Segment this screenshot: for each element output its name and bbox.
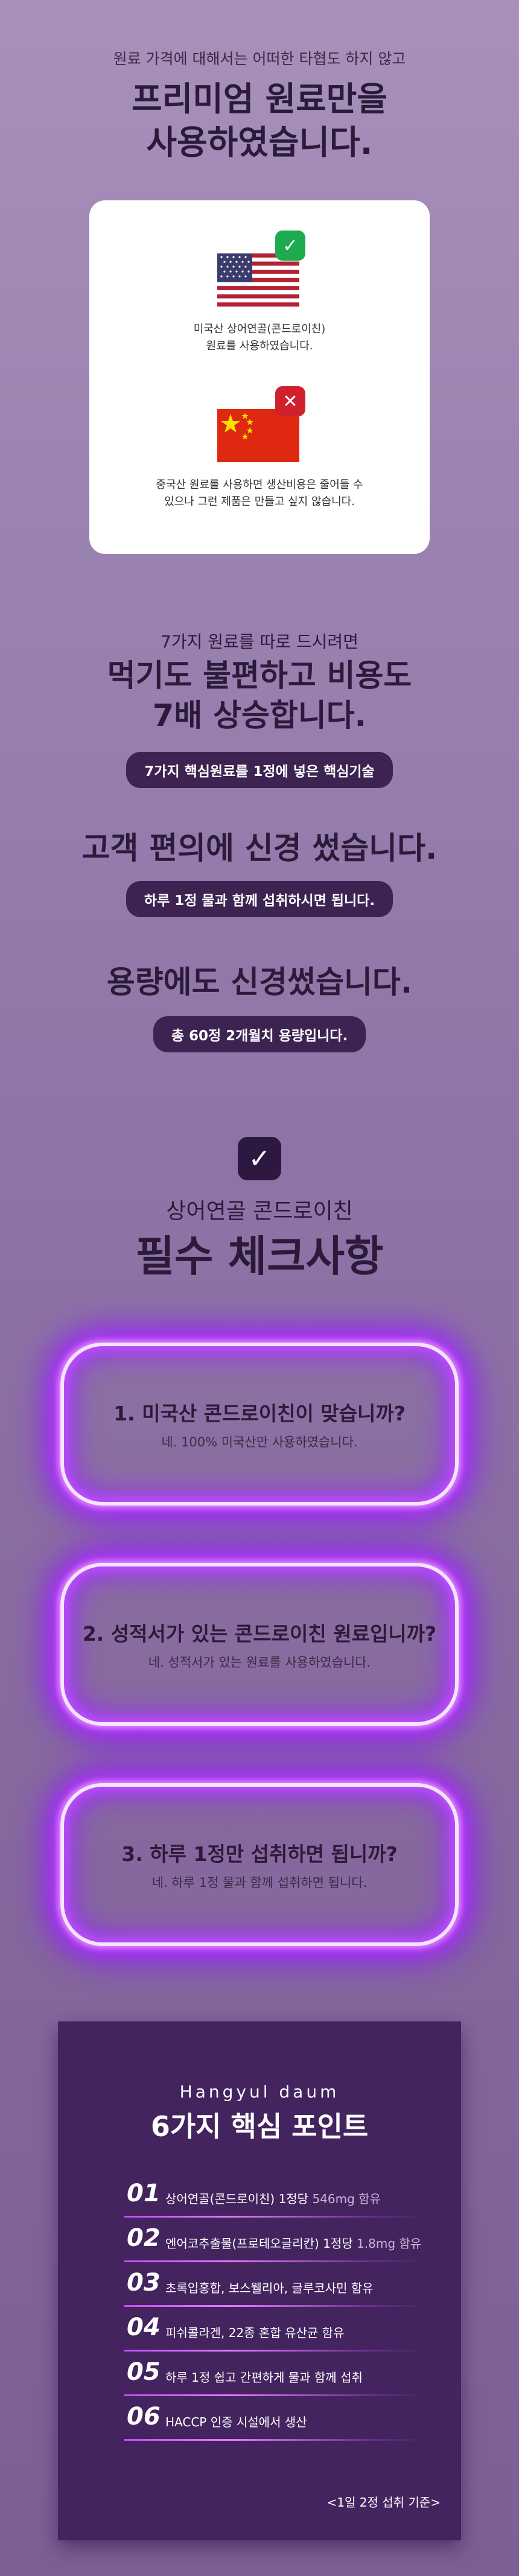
key-points-panel: Hangyul daum 6가지 핵심 포인트 01 상어연골(콘드로이친) 1… (58, 2021, 461, 2540)
section4-heading: 용량에도 신경썼습니다. (106, 965, 413, 1000)
close-icon: ✕ (275, 386, 305, 416)
key-point-number: 02 (127, 2224, 161, 2252)
key-point-text: HACCP 인증 시설에서 생산 (165, 2412, 307, 2430)
divider (124, 2394, 426, 2396)
section2-heading-line-1: 먹기도 불편하고 비용도 (107, 658, 412, 694)
china-origin-text: 중국산 원료를 사용하면 생산비용은 줄어들 수 있으나 그런 제품은 만들고 … (89, 477, 430, 510)
key-point-row: 05 하루 1정 쉽고 간편하게 물과 함께 섭취 (58, 2358, 461, 2403)
key-point-row: 06 HACCP 인증 시설에서 생산 (58, 2403, 461, 2447)
key-point-number: 03 (127, 2269, 161, 2297)
key-point-text-main: 엔어코추출물(프로테오글리칸) 1정당 (165, 2236, 353, 2251)
intro-heading: 프리미엄 원료만을 사용하였습니다. (0, 77, 519, 164)
key-point-number: 01 (127, 2180, 161, 2207)
intro-heading-line-2: 사용하였습니다. (146, 123, 373, 162)
section3-pill: 하루 1정 물과 함께 섭취하시면 됩니다. (126, 881, 393, 917)
divider (124, 2260, 426, 2262)
china-flag-icon (217, 409, 299, 462)
section2-heading: 먹기도 불편하고 비용도 7배 상승합니다. (0, 657, 519, 736)
key-point-text: 상어연골(콘드로이친) 1정당 546mg 함유 (165, 2189, 381, 2207)
checklist-heading: 필수 체크사항 (135, 1232, 384, 1281)
key-point-text-main: 초록입홍합, 보스웰리아, 글루코사민 함유 (165, 2281, 374, 2295)
us-origin-text-line-1: 미국산 상어연골(콘드로이친) (193, 323, 326, 336)
dosage-footnote: <1일 2정 섭취 기준> (326, 2495, 441, 2510)
key-point-text: 피쉬콜라겐, 22종 혼합 유산균 함유 (165, 2323, 344, 2341)
section2-sub: 7가지 원료를 따로 드시려면 (161, 632, 358, 652)
section3-pill-row: 하루 1정 물과 함께 섭취하시면 됩니다. (0, 881, 519, 917)
checklist-answer: 네. 100% 미국산만 사용하였습니다. (161, 1435, 358, 1449)
divider (124, 2216, 426, 2218)
key-point-row: 04 피쉬콜라겐, 22종 혼합 유산균 함유 (58, 2314, 461, 2358)
us-origin-text-line-2: 원료를 사용하였습니다. (206, 340, 313, 352)
key-point-number: 04 (127, 2314, 161, 2341)
intro-heading-line-1: 프리미엄 원료만을 (132, 80, 387, 118)
checklist-item-2: 2. 성적서가 있는 콘드로이친 원료입니까? 네. 성적서가 있는 원료를 사… (60, 1563, 459, 1726)
key-point-text: 엔어코추출물(프로테오글리칸) 1정당 1.8mg 함유 (165, 2234, 421, 2251)
checklist-item-1: 1. 미국산 콘드로이친이 맞습니까? 네. 100% 미국산만 사용하였습니다… (60, 1343, 459, 1506)
china-origin-text-line-1: 중국산 원료를 사용하면 생산비용은 줄어들 수 (156, 479, 363, 491)
china-origin-text-line-2: 있으나 그런 제품은 만들고 싶지 않습니다. (164, 495, 355, 508)
origin-compare-card: ✓ 미국산 상어연골(콘드로이친) 원료를 사용하였습니다. ✕ 중국산 원료를… (89, 200, 430, 554)
brand-logo: Hangyul daum (179, 2082, 340, 2102)
divider (124, 2439, 426, 2441)
key-point-number: 06 (127, 2403, 161, 2431)
checklist-question: 1. 미국산 콘드로이친이 맞습니까? (113, 1402, 406, 1425)
section2-pill: 7가지 핵심원료를 1정에 넣은 핵심기술 (126, 752, 393, 788)
section2-pill-row: 7가지 핵심원료를 1정에 넣은 핵심기술 (0, 752, 519, 788)
section4-pill: 총 60정 2개월치 용량입니다. (153, 1016, 366, 1052)
checklist-sub: 상어연골 콘드로이친 (166, 1199, 353, 1224)
check-icon: ✓ (238, 1137, 281, 1180)
key-point-text-main: 하루 1정 쉽고 간편하게 물과 함께 섭취 (165, 2370, 363, 2385)
checklist-answer: 네. 하루 1정 물과 함께 섭취하면 됩니다. (151, 1875, 368, 1890)
key-point-number: 05 (127, 2358, 161, 2386)
intro-line: 원료 가격에 대해서는 어떠한 타협도 하지 않고 (113, 50, 406, 68)
us-flag-icon (217, 253, 299, 307)
key-point-row: 03 초록입홍합, 보스웰리아, 글루코사민 함유 (58, 2269, 461, 2314)
checklist-question: 3. 하루 1정만 섭취하면 됩니까? (121, 1842, 398, 1866)
section3-heading: 고객 편의에 신경 썼습니다. (81, 831, 438, 867)
check-icon: ✓ (275, 231, 305, 261)
key-points-title: 6가지 핵심 포인트 (150, 2110, 369, 2143)
us-origin-text: 미국산 상어연골(콘드로이친) 원료를 사용하였습니다. (89, 321, 430, 355)
checklist-question: 2. 성적서가 있는 콘드로이친 원료입니까? (82, 1622, 437, 1646)
key-point-text-dim: 1.8mg 함유 (352, 2236, 422, 2251)
section2-heading-line-2: 7배 상승합니다. (152, 698, 367, 734)
key-point-row: 02 엔어코추출물(프로테오글리칸) 1정당 1.8mg 함유 (58, 2224, 461, 2269)
key-point-row: 01 상어연골(콘드로이친) 1정당 546mg 함유 (58, 2180, 461, 2224)
divider (124, 2305, 426, 2307)
key-point-text-main: 피쉬콜라겐, 22종 혼합 유산균 함유 (165, 2326, 345, 2340)
checklist-item-3: 3. 하루 1정만 섭취하면 됩니까? 네. 하루 1정 물과 함께 섭취하면 … (60, 1783, 459, 1946)
key-point-text-dim: 546mg 함유 (308, 2192, 381, 2206)
key-point-text-main: 상어연골(콘드로이친) 1정당 (165, 2192, 309, 2206)
section4-pill-row: 총 60정 2개월치 용량입니다. (0, 1016, 519, 1052)
key-point-text: 초록입홍합, 보스웰리아, 글루코사민 함유 (165, 2279, 374, 2296)
divider (124, 2350, 426, 2352)
key-point-text-main: HACCP 인증 시설에서 생산 (165, 2415, 307, 2429)
checklist-answer: 네. 성적서가 있는 원료를 사용하였습니다. (148, 1655, 371, 1670)
key-point-text: 하루 1정 쉽고 간편하게 물과 함께 섭취 (165, 2368, 363, 2385)
